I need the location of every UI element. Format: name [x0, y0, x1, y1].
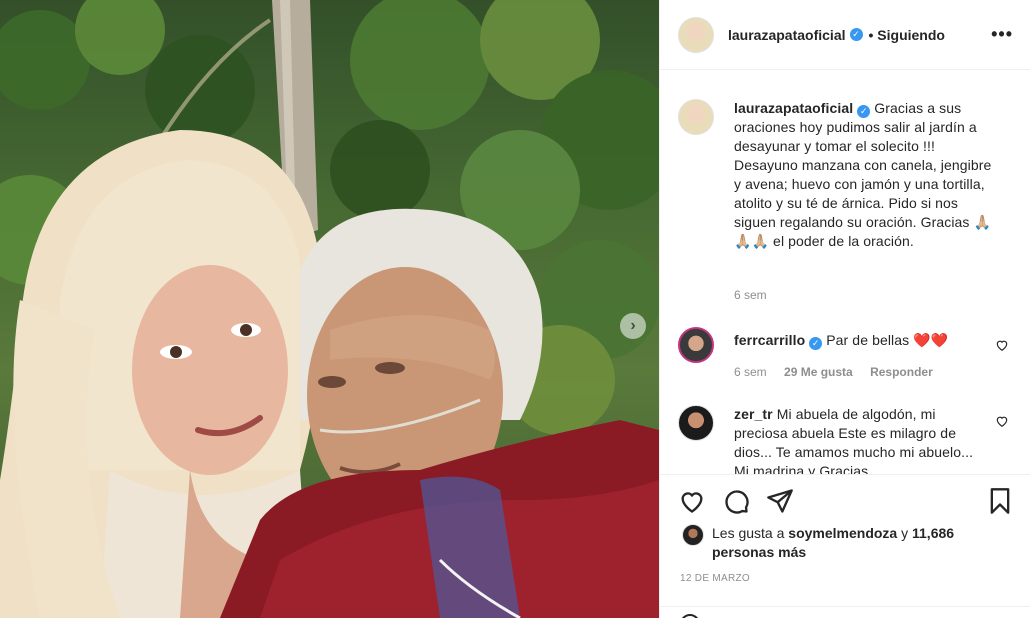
emoji-icon[interactable] — [680, 614, 700, 618]
photo-illustration — [0, 0, 659, 618]
heart-icon[interactable] — [995, 414, 1009, 428]
post-sidebar: laurazapataoficial ✓ • Siguiendo ••• lau… — [659, 0, 1030, 618]
commenter-avatar[interactable] — [678, 405, 714, 441]
likes-prefix: Les gusta a — [712, 525, 785, 541]
commenter-avatar[interactable] — [678, 327, 714, 363]
author-username[interactable]: laurazapataoficial — [728, 27, 846, 43]
action-bar: Les gusta a soymelmendoza y 11,686 perso… — [660, 474, 1030, 618]
reply-button[interactable]: Responder — [870, 365, 933, 379]
verified-icon: ✓ — [809, 337, 823, 350]
comment-emoji: ❤️❤️ — [913, 332, 949, 348]
comment-meta: 6 sem 29 Me gusta Responder — [734, 365, 933, 379]
post-header: laurazapataoficial ✓ • Siguiendo ••• — [660, 0, 1030, 70]
share-icon[interactable] — [766, 487, 794, 515]
author-avatar[interactable] — [678, 16, 714, 53]
comment-text: Par de bellas — [826, 332, 910, 348]
caption-time[interactable]: 6 sem — [734, 288, 767, 302]
follow-status[interactable]: • Siguiendo — [869, 27, 945, 43]
caption-avatar[interactable] — [678, 99, 714, 135]
more-icon[interactable]: ••• — [991, 24, 1013, 45]
caption-username[interactable]: laurazapataoficial — [734, 100, 853, 116]
caption-body: laurazapataoficial ✓ Gracias a sus oracio… — [734, 99, 992, 251]
caption: laurazapataoficial ✓ Gracias a sus oracio… — [678, 99, 1018, 251]
bookmark-icon[interactable] — [986, 487, 1014, 515]
caption-text: Gracias a sus oraciones hoy pudimos sali… — [734, 100, 992, 249]
next-photo-button[interactable]: › — [620, 313, 646, 339]
liker-username[interactable]: soymelmendoza — [788, 525, 897, 541]
post-photo[interactable]: › — [0, 0, 659, 618]
post-date[interactable]: 12 DE MARZO — [680, 573, 750, 584]
likes-summary: Les gusta a soymelmendoza y 11,686 perso… — [682, 524, 962, 562]
likes-conj: y — [901, 525, 909, 541]
likes-text: Les gusta a soymelmendoza y 11,686 perso… — [712, 524, 962, 562]
comment-body: zer_tr Mi abuela de algodón, mi preciosa… — [734, 405, 992, 474]
comment-body: ferrcarrillo ✓ Par de bellas ❤️❤️ — [734, 327, 992, 363]
comment-item: ferrcarrillo ✓ Par de bellas ❤️❤️ — [678, 327, 1018, 363]
verified-icon: ✓ — [849, 28, 863, 41]
heart-icon[interactable] — [678, 487, 706, 515]
liker-avatar[interactable] — [682, 524, 704, 546]
chevron-right-icon: › — [630, 317, 636, 334]
divider — [660, 606, 1030, 607]
comment-item: zer_tr Mi abuela de algodón, mi preciosa… — [678, 405, 1018, 474]
comment-icon[interactable] — [722, 487, 750, 515]
comments-list[interactable]: laurazapataoficial ✓ Gracias a sus oracio… — [660, 71, 1030, 474]
comment-username[interactable]: ferrcarrillo — [734, 332, 805, 348]
comment-likes[interactable]: 29 Me gusta — [784, 365, 853, 379]
heart-icon[interactable] — [995, 338, 1009, 352]
comment-time[interactable]: 6 sem — [734, 365, 767, 379]
verified-icon: ✓ — [857, 105, 871, 118]
comment-username[interactable]: zer_tr — [734, 406, 773, 422]
